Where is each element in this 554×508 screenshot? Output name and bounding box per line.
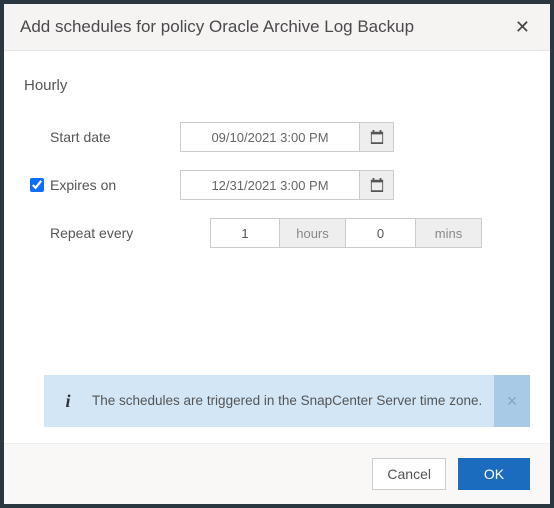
hours-unit-label: hours — [280, 218, 346, 248]
expires-on-input[interactable] — [180, 170, 360, 200]
modal-title: Add schedules for policy Oracle Archive … — [20, 17, 414, 37]
modal-header: Add schedules for policy Oracle Archive … — [4, 4, 550, 51]
info-icon: i — [44, 375, 92, 427]
section-title: Hourly — [24, 77, 530, 94]
ok-button[interactable]: OK — [458, 458, 530, 490]
start-date-group — [180, 122, 394, 152]
close-icon[interactable]: ✕ — [511, 16, 534, 38]
start-date-row: Start date — [24, 122, 530, 152]
cancel-button[interactable]: Cancel — [372, 458, 446, 490]
start-date-input[interactable] — [180, 122, 360, 152]
expires-on-calendar-button[interactable] — [360, 170, 394, 200]
expires-on-label-text: Expires on — [50, 177, 116, 193]
start-date-calendar-button[interactable] — [360, 122, 394, 152]
schedule-modal: Add schedules for policy Oracle Archive … — [4, 4, 550, 504]
repeat-mins-input[interactable] — [346, 218, 416, 248]
repeat-label-text: Repeat every — [50, 225, 133, 241]
info-text: The schedules are triggered in the SnapC… — [92, 375, 494, 427]
start-date-label-text: Start date — [50, 129, 111, 145]
repeat-hours-input[interactable] — [210, 218, 280, 248]
expires-on-group — [180, 170, 394, 200]
calendar-icon — [370, 130, 384, 144]
info-banner: i The schedules are triggered in the Sna… — [44, 375, 530, 427]
mins-unit-label: mins — [416, 218, 482, 248]
expires-on-checkbox[interactable] — [30, 178, 44, 192]
expires-on-row: Expires on — [24, 170, 530, 200]
modal-body: Hourly Start date Expires on — [4, 51, 550, 375]
info-dismiss-button[interactable]: × — [494, 375, 530, 427]
start-date-label: Start date — [30, 129, 180, 145]
calendar-icon — [370, 178, 384, 192]
repeat-group: hours mins — [210, 218, 482, 248]
modal-footer: Cancel OK — [4, 443, 550, 504]
repeat-row: Repeat every hours mins — [24, 218, 530, 248]
repeat-label: Repeat every — [30, 225, 180, 241]
expires-on-label: Expires on — [30, 177, 180, 193]
